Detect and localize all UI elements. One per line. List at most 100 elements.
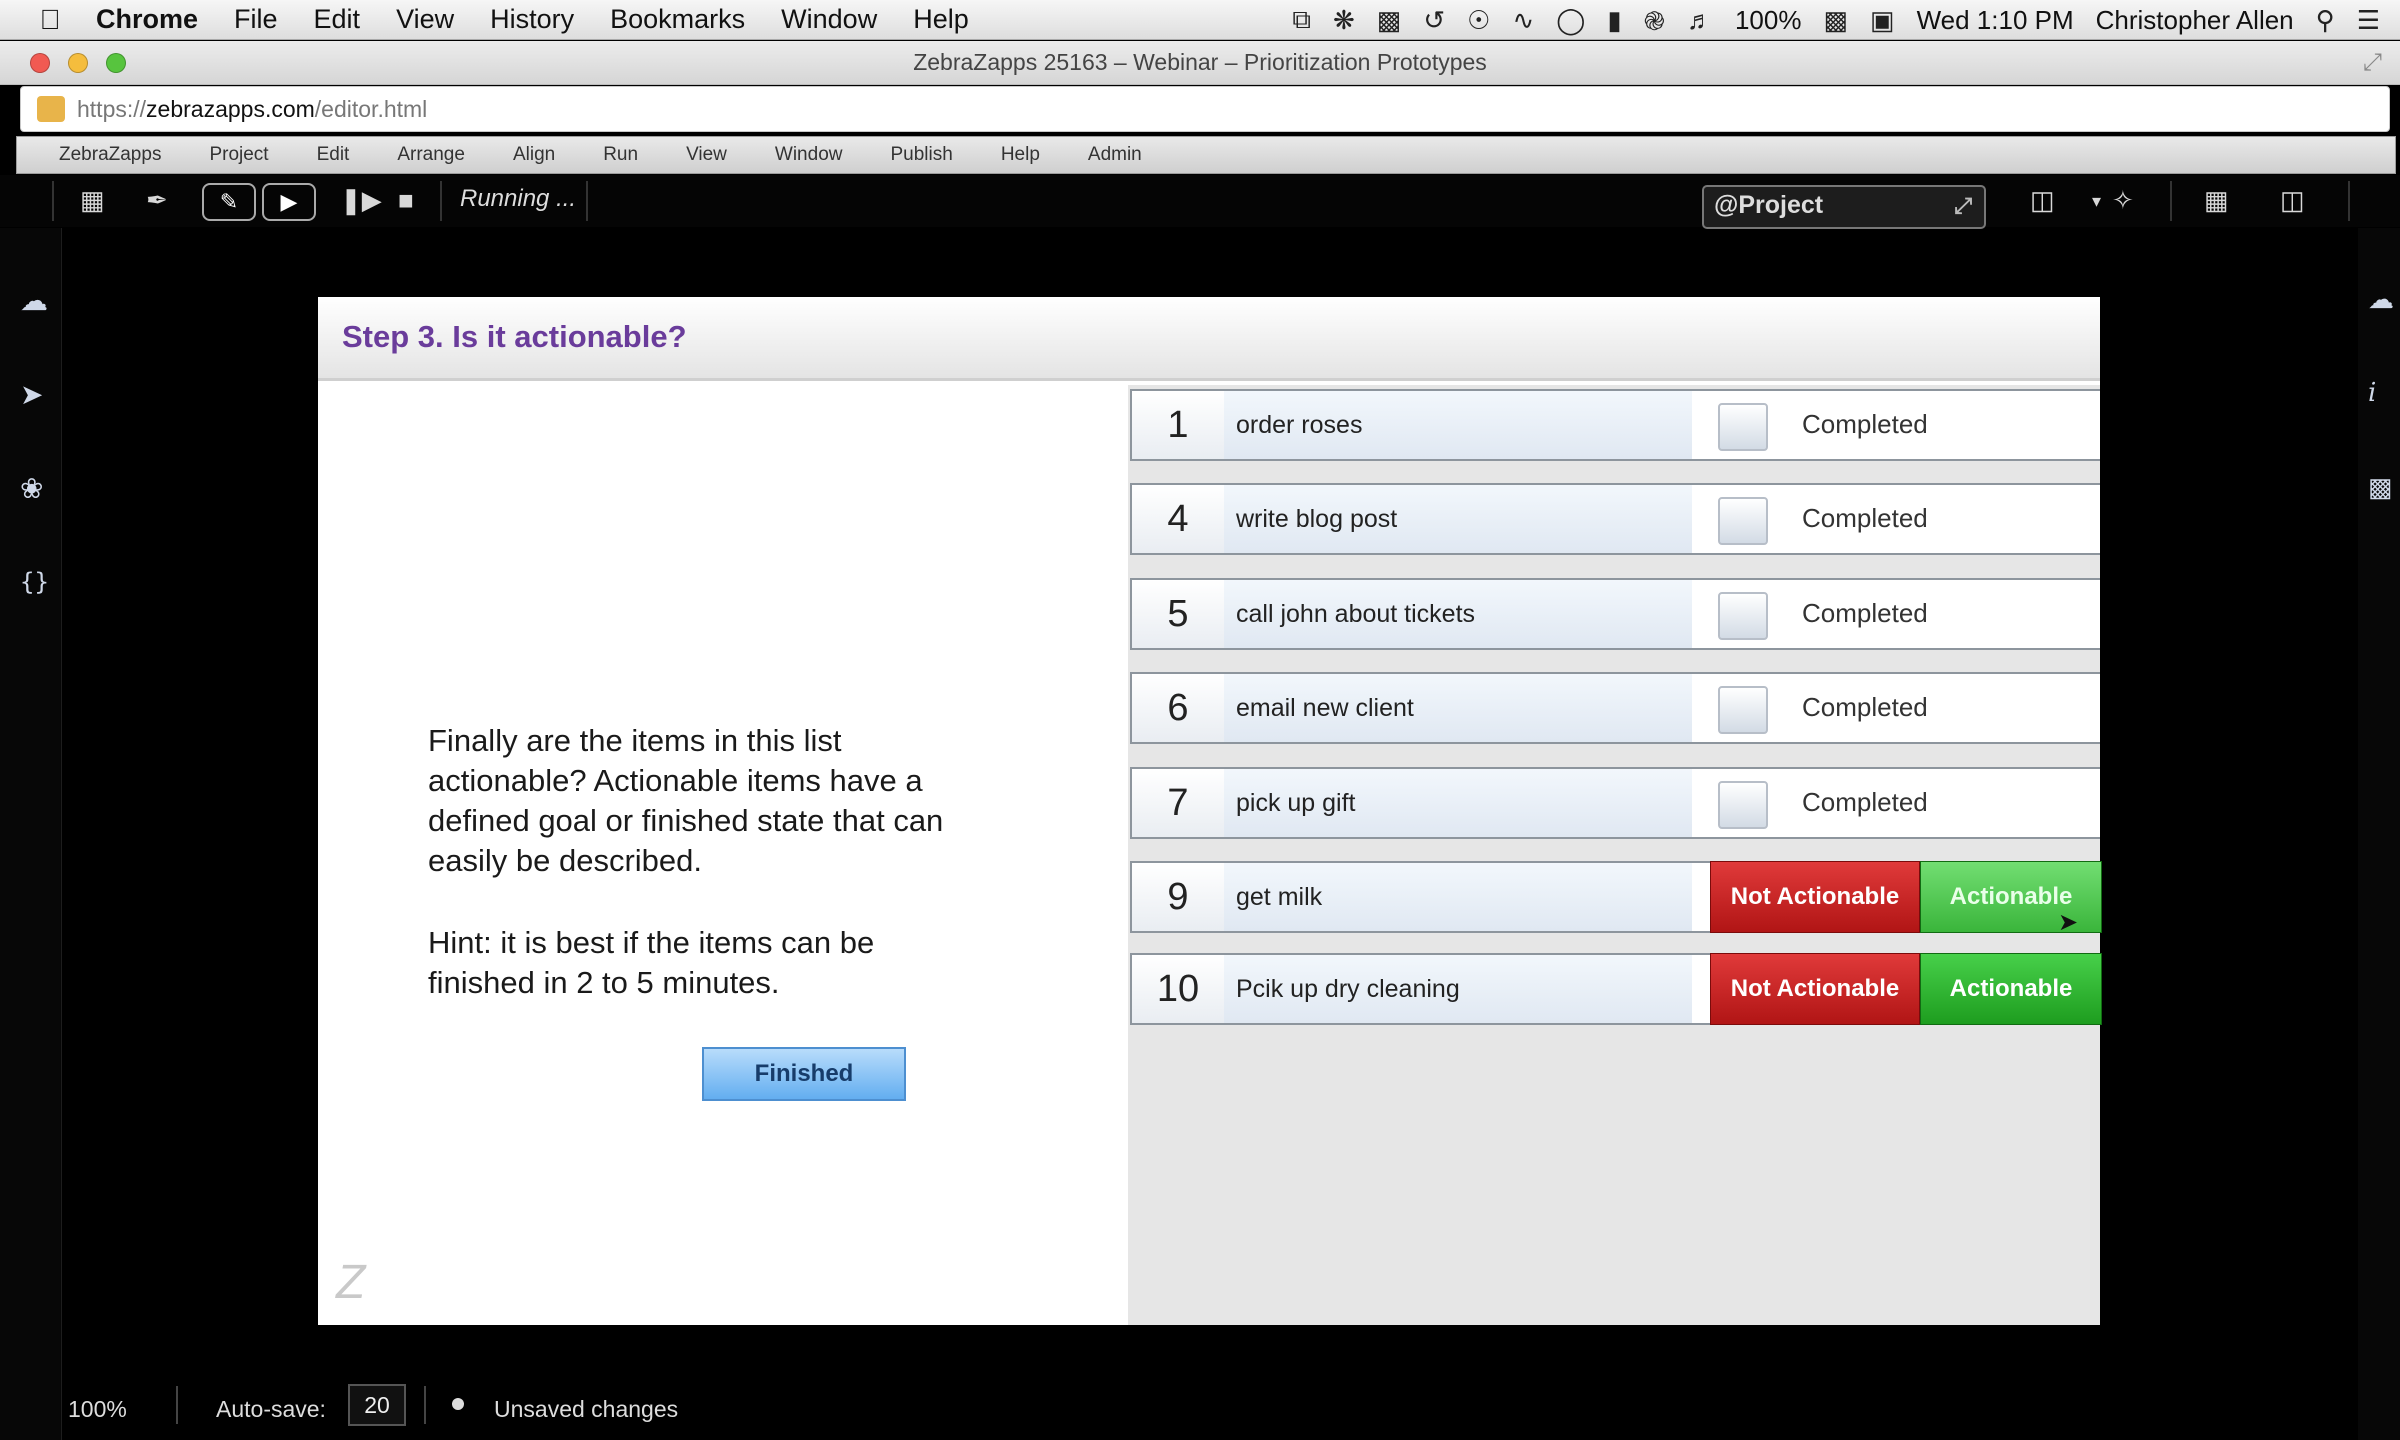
mouse-cursor-icon: ➤ [2058, 909, 2079, 936]
completed-checkbox[interactable] [1718, 592, 1768, 640]
apple-icon[interactable]:  [22, 4, 78, 36]
unsaved-dot-icon [452, 1398, 464, 1410]
menu-window[interactable]: Window [763, 4, 895, 35]
unsaved-changes-text: Unsaved changes [494, 1396, 679, 1422]
completed-checkbox[interactable] [1718, 497, 1768, 545]
volume-icon[interactable]: ♬ [1687, 5, 1713, 36]
project-label: @Project [1714, 191, 1824, 219]
toolbar-separator [2170, 181, 2172, 221]
task-label: Pcik up dry cleaning [1224, 955, 1692, 1023]
wifi-icon[interactable]: ∿ [1512, 5, 1534, 36]
app-menu-help[interactable]: Help [1001, 144, 1040, 166]
autosave-interval-input[interactable]: 20 [348, 1384, 406, 1426]
menu-history[interactable]: History [472, 4, 592, 35]
task-label: call john about tickets [1224, 580, 1692, 648]
notification-list-icon[interactable]: ☰ [2357, 5, 2380, 36]
menu-view[interactable]: View [378, 4, 472, 35]
dropdown-caret-icon[interactable]: ▾ [2092, 191, 2101, 212]
battery-icon[interactable]: ▩ [1823, 5, 1848, 36]
task-row: 5 call john about tickets Completed [1130, 578, 2100, 650]
menu-bookmarks[interactable]: Bookmarks [592, 4, 763, 35]
spotlight-search-icon[interactable]: ⚲ [2316, 5, 2335, 36]
menu-file[interactable]: File [216, 4, 296, 35]
app-menu-admin[interactable]: Admin [1088, 144, 1142, 166]
actionable-button[interactable]: Actionable [1920, 953, 2102, 1025]
pen-tool-icon[interactable]: ✒ [146, 185, 168, 216]
app-menu-window[interactable]: Window [775, 144, 843, 166]
edit-mode-button[interactable]: ✎ [202, 183, 256, 221]
bubble-icon[interactable]: ◯ [1556, 5, 1585, 36]
trash-icon[interactable]: ▩ [2368, 472, 2393, 503]
cloud-icon[interactable]: ☁ [2368, 284, 2394, 315]
project-selector[interactable]: @Project ⤢ [1702, 185, 1986, 229]
zoom-level[interactable]: 100% [68, 1396, 127, 1423]
grid-view-icon[interactable]: ▦ [2204, 185, 2229, 216]
app-menu-align[interactable]: Align [513, 144, 555, 166]
fullscreen-icon[interactable]: ⤢ [2363, 49, 2382, 77]
zoom-window-button[interactable] [106, 53, 126, 73]
time-machine-icon[interactable]: ↺ [1423, 5, 1445, 36]
app-menu-view[interactable]: View [686, 144, 727, 166]
keyboard-icon[interactable]: ▮ [1607, 5, 1621, 36]
app-menu-arrange[interactable]: Arrange [397, 144, 465, 166]
menubar-tray: ⧉ ❋ ▩ ↺ ☉ ∿ ◯ ▮ ֎ ♬ 100% ▩ ▣ Wed 1:10 PM… [1292, 0, 2380, 40]
completed-checkbox[interactable] [1718, 403, 1768, 451]
run-status: Running ... [460, 185, 577, 212]
task-status: Completed [1802, 409, 1928, 439]
connect-icon[interactable]: ✧ [2112, 185, 2134, 216]
camera-icon[interactable]: ▩ [1377, 5, 1402, 36]
menu-edit[interactable]: Edit [296, 4, 379, 35]
bluetooth-icon[interactable]: ֎ [1644, 2, 1665, 38]
info-icon[interactable]: i [2368, 378, 2376, 408]
app-menu-project[interactable]: Project [209, 144, 268, 166]
paint-icon[interactable]: ❀ [20, 472, 43, 505]
toolbar-separator [586, 181, 588, 221]
run-mode-button[interactable]: ▶ [262, 183, 316, 221]
task-number: 7 [1132, 769, 1224, 837]
dropbox-icon[interactable]: ⧉ [1292, 4, 1311, 36]
menu-chrome[interactable]: Chrome [78, 4, 216, 35]
not-actionable-button[interactable]: Not Actionable [1710, 953, 1920, 1025]
editor-toolbar: ▦ ✒ ✎ ▶ ❚▶ ■ Running ... @Project ⤢ ◫ ▾ … [0, 175, 2400, 229]
status-bar: 100% Auto-save: 20 Unsaved changes [62, 1370, 2358, 1440]
display-icon[interactable]: ▣ [1870, 5, 1895, 36]
autosave-label: Auto-save: [216, 1396, 326, 1422]
user-name[interactable]: Christopher Allen [2096, 5, 2294, 36]
hint-text: Hint: it is best if the items can be fin… [428, 925, 875, 1000]
battery-percent: 100% [1734, 4, 1802, 35]
task-label: write blog post [1224, 485, 1692, 553]
url-host: zebrazapps.com [146, 95, 315, 122]
app-menu-edit[interactable]: Edit [317, 144, 350, 166]
clock[interactable]: Wed 1:10 PM [1917, 5, 2074, 36]
toolbar-separator [52, 181, 54, 221]
code-braces-icon[interactable]: {} [20, 568, 49, 596]
completed-checkbox[interactable] [1718, 686, 1768, 734]
close-window-button[interactable] [30, 53, 50, 73]
mac-menubar:  Chrome File Edit View History Bookmark… [0, 0, 2400, 40]
task-number: 10 [1132, 955, 1224, 1023]
app-menu-zebrazapps[interactable]: ZebraZapps [59, 144, 161, 166]
layout-icon[interactable]: ▦ [80, 185, 105, 216]
minimize-window-button[interactable] [68, 53, 88, 73]
finished-button[interactable]: Finished [702, 1047, 906, 1101]
gear-icon[interactable]: ❋ [1333, 5, 1355, 36]
lock-icon [37, 96, 65, 122]
app-menu-run[interactable]: Run [603, 144, 638, 166]
lock-toolbar-icon[interactable]: ■ [398, 185, 414, 216]
address-bar[interactable]: https:// zebrazapps.com /editor.html [20, 86, 2390, 132]
accessibility-icon[interactable]: ☉ [1467, 5, 1490, 36]
pencil-icon: ✎ [219, 189, 239, 214]
menu-help[interactable]: Help [895, 4, 987, 35]
completed-checkbox[interactable] [1718, 781, 1768, 829]
not-actionable-button[interactable]: Not Actionable [1710, 861, 1920, 933]
step-forward-icon[interactable]: ❚▶ [340, 185, 382, 216]
pointer-arrow-icon[interactable]: ➤ [20, 378, 43, 411]
app-menu-publish[interactable]: Publish [890, 144, 952, 166]
cloud-icon[interactable]: ☁ [20, 284, 48, 317]
task-label: pick up gift [1224, 769, 1692, 837]
statusbar-separator [424, 1386, 426, 1424]
task-row: 7 pick up gift Completed [1130, 767, 2100, 839]
shape-tool-icon[interactable]: ◫ [2030, 185, 2055, 216]
task-status: Completed [1802, 598, 1928, 628]
split-view-icon[interactable]: ◫ [2280, 185, 2305, 216]
